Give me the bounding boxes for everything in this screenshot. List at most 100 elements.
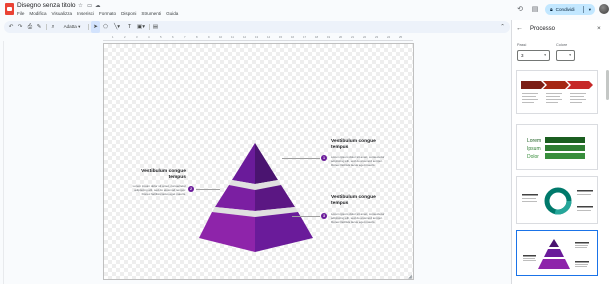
ruler-tick: 4 <box>148 35 150 39</box>
pyramid-tier-2-right <box>255 185 295 211</box>
callout-body[interactable]: Lorem ipsum dolor sit amet, consectetur … <box>331 155 391 167</box>
zoom-label: Adatta <box>63 24 77 29</box>
image-icon[interactable]: ▣▾ <box>135 21 147 33</box>
step-number-badge: 3 <box>321 213 327 219</box>
ruler-tick: 9 <box>208 35 210 39</box>
template-thumbnail[interactable]: Lorem Ipsum Dolor <box>516 124 598 170</box>
document-title[interactable]: Disegno senza titolo <box>17 2 76 9</box>
menu-view[interactable]: Visualizza <box>52 11 73 16</box>
comment-add-icon[interactable]: ▤ <box>151 21 160 33</box>
horizontal-ruler: 1 2 3 4 5 6 7 8 9 10 11 12 13 14 15 16 1… <box>103 35 413 41</box>
callout-title[interactable]: Vestibulum congue tempus <box>331 139 391 151</box>
panel-title: Processo <box>530 26 556 32</box>
callout-title[interactable]: Vestibulum congue tempus <box>331 195 391 207</box>
vertical-ruler <box>0 41 4 284</box>
collapse-toolbar-icon[interactable]: ⌃ <box>498 21 507 33</box>
share-button[interactable]: 🔒︎ Condividi ▾ <box>545 4 595 15</box>
ruler-tick: 22 <box>363 35 367 39</box>
menu-file[interactable]: File <box>17 11 24 16</box>
template-thumbnail[interactable] <box>516 176 598 224</box>
menu-tools[interactable]: Strumenti <box>141 11 161 16</box>
toolbar-divider <box>88 24 89 30</box>
drawings-logo-icon[interactable] <box>5 3 14 15</box>
ruler-tick: 2 <box>124 35 126 39</box>
chevron-down-icon[interactable]: ▾ <box>589 4 591 15</box>
callout-body[interactable]: Lorem ipsum dolor sit amet, consectetur … <box>331 212 391 224</box>
steps-select-value: 3 <box>521 53 524 58</box>
color-label: Colore <box>556 43 568 47</box>
text-box-icon[interactable]: T <box>125 21 134 33</box>
callout-title[interactable]: Vestibulum congue tempus <box>131 169 186 181</box>
ruler-tick: 25 <box>399 35 403 39</box>
ruler-tick: 17 <box>303 35 307 39</box>
ruler-tick: 19 <box>327 35 331 39</box>
ruler-tick: 21 <box>351 35 355 39</box>
avatar[interactable] <box>599 4 609 14</box>
thumb-word: Dolor <box>527 154 539 160</box>
select-pointer-icon[interactable]: ➤ <box>91 21 100 33</box>
steps-select[interactable]: 3 ▾ <box>517 50 550 61</box>
ruler-tick: 15 <box>279 35 283 39</box>
menu-bar: File Modifica Visualizza Inserisci Forma… <box>17 11 178 16</box>
ruler-tick: 23 <box>375 35 379 39</box>
template-thumbnail-selected[interactable] <box>516 230 598 276</box>
star-icon[interactable]: ☆ <box>78 3 83 9</box>
history-icon[interactable]: ⟲ <box>515 5 525 15</box>
ruler-tick: 12 <box>243 35 247 39</box>
thumb-word: Lorem <box>527 138 541 144</box>
share-divider <box>583 6 584 13</box>
chevron-down-icon: ▾ <box>569 53 571 57</box>
back-arrow-icon[interactable]: ← <box>516 25 523 32</box>
ruler-tick: 18 <box>315 35 319 39</box>
cloud-status-icon: ☁ <box>95 3 101 9</box>
undo-icon[interactable]: ↶ <box>7 21 15 33</box>
callout-body[interactable]: Lorem ipsum dolor sit amet, consectetur … <box>131 184 186 196</box>
steps-label: Passi <box>517 43 527 47</box>
menu-arrange[interactable]: Disponi <box>121 11 136 16</box>
shape-icon[interactable]: ⬠ <box>101 21 110 33</box>
comments-icon[interactable]: ▤ <box>530 5 540 15</box>
ruler-tick: 24 <box>387 35 391 39</box>
lock-icon: 🔒︎ <box>550 6 553 13</box>
menu-edit[interactable]: Modifica <box>29 11 46 16</box>
pyramid-tier-3-right <box>255 212 313 252</box>
pyramid-tier-2-left <box>215 185 255 211</box>
color-select[interactable]: ▾ <box>556 50 575 61</box>
connector-line <box>282 158 320 159</box>
ruler-tick: 14 <box>267 35 271 39</box>
menu-format[interactable]: Formato <box>99 11 116 16</box>
redo-icon[interactable]: ↷ <box>16 21 24 33</box>
menu-help[interactable]: Guida <box>166 11 178 16</box>
ruler-tick: 10 <box>219 35 223 39</box>
toolbar: ↶ ↷ ⎙ ✎ ⌕ Adatta ▾ ➤ ⬠ ╲▾ T ▣▾ ▤ ⌃ <box>4 21 510 33</box>
ruler-tick: 11 <box>231 35 234 39</box>
resize-handle-icon[interactable]: ◢ <box>408 274 412 280</box>
ruler-tick: 7 <box>184 35 186 39</box>
step-number-badge: 1 <box>321 155 327 161</box>
zoom-icon[interactable]: ⌕ <box>49 21 57 33</box>
pyramid-tier-1-left <box>232 143 255 184</box>
ruler-tick: 1 <box>112 35 114 39</box>
step-number-badge: 2 <box>188 186 194 192</box>
close-icon[interactable]: × <box>597 25 601 32</box>
ruler-tick: 3 <box>136 35 138 39</box>
print-icon[interactable]: ⎙ <box>26 21 34 33</box>
ruler-tick: 16 <box>291 35 295 39</box>
ruler-tick: 13 <box>255 35 259 39</box>
toolbar-divider <box>149 24 150 30</box>
template-thumbnail[interactable] <box>516 70 598 114</box>
toolbar-divider <box>46 24 47 30</box>
paint-format-icon[interactable]: ✎ <box>35 21 43 33</box>
zoom-select[interactable]: Adatta ▾ <box>58 21 86 33</box>
pyramid-tier-3-left <box>199 212 255 252</box>
ruler-tick: 5 <box>160 35 162 39</box>
chevron-down-icon: ▾ <box>544 53 546 57</box>
pyramid-tier-1-right <box>255 143 278 184</box>
ruler-tick: 8 <box>196 35 198 39</box>
line-tool-icon[interactable]: ╲▾ <box>111 21 123 33</box>
move-folder-icon[interactable]: ▭ <box>87 3 92 9</box>
share-button-label: Condividi <box>555 7 575 12</box>
panel-scrollbar[interactable] <box>606 70 609 100</box>
menu-insert[interactable]: Inserisci <box>77 11 94 16</box>
ruler-tick: 20 <box>339 35 343 39</box>
